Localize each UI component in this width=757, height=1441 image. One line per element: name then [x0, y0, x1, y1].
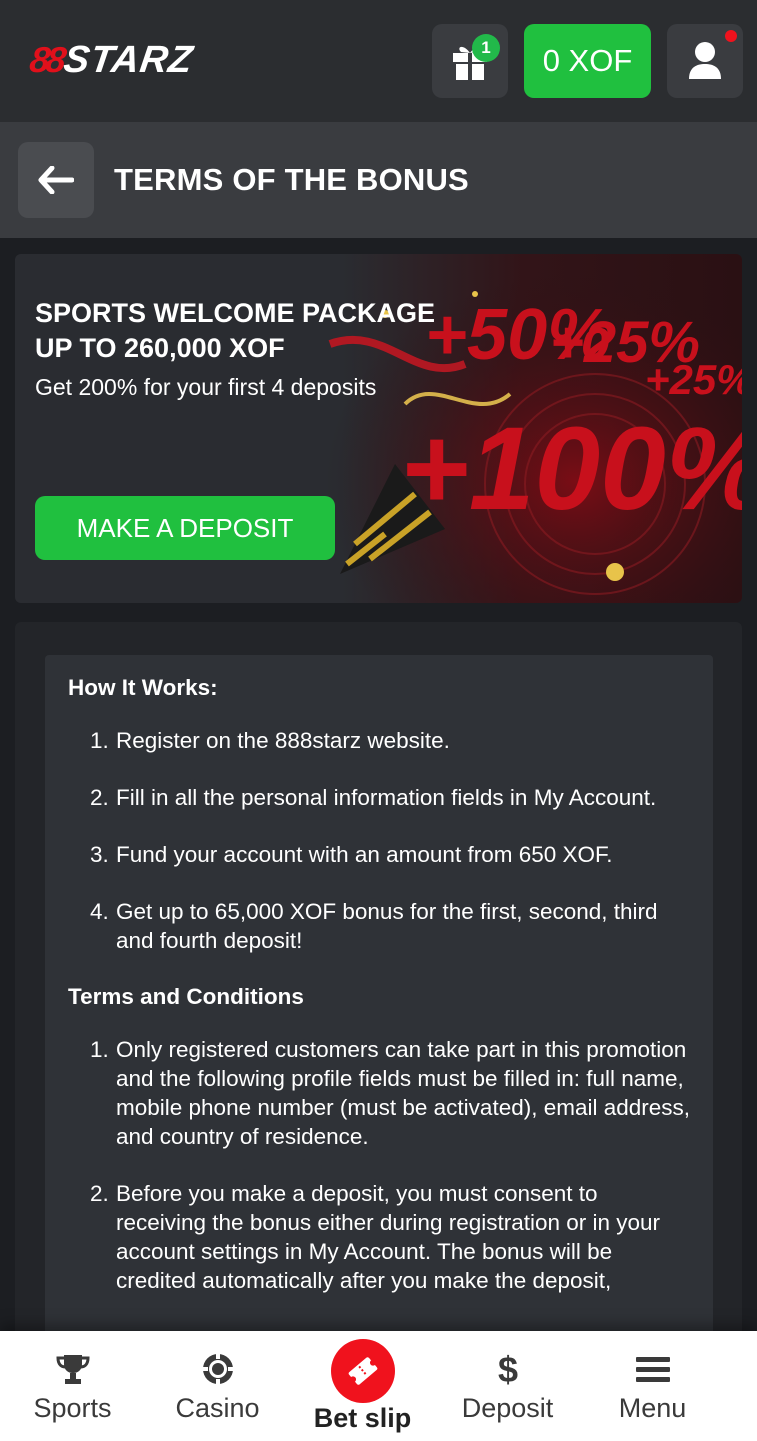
make-deposit-button[interactable]: MAKE A DEPOSIT: [35, 496, 335, 560]
list-item: 1. Only registered customers can take par…: [90, 1037, 691, 1149]
user-icon: [689, 42, 721, 79]
nav-deposit[interactable]: $ Deposit: [435, 1331, 580, 1441]
terms-conditions-list: 1. Only registered customers can take par…: [68, 1035, 691, 1295]
promo-banner: +50% +25% +100% +25% SPORTS WELCOME PACK…: [15, 254, 742, 603]
account-button[interactable]: [667, 24, 743, 98]
list-item: 1. Register on the 888starz website.: [90, 728, 450, 753]
logo-mark: 88: [27, 39, 65, 80]
nav-label: Casino: [175, 1393, 260, 1423]
banner-title: SPORTS WELCOME PACKAGE UP TO 260,000 XOF: [35, 298, 436, 363]
bet-slip-circle: [330, 1339, 395, 1403]
svg-text:$: $: [497, 1351, 517, 1387]
plus-100-text: +100%: [400, 403, 742, 535]
list-item: 2. Before you make a deposit, you must co…: [90, 1181, 661, 1293]
gift-badge: 1: [472, 34, 500, 62]
how-it-works-heading: How It Works:: [68, 675, 218, 700]
terms-container: How It Works: 1. Register on the 888starz…: [15, 622, 742, 1375]
page-title: TERMS OF THE BONUS: [114, 162, 469, 197]
dollar-icon: $: [497, 1351, 517, 1387]
plus-25b-text: +25%: [645, 356, 742, 403]
ticket-icon: [348, 1357, 377, 1385]
nav-menu[interactable]: Menu: [580, 1331, 725, 1441]
terms-conditions-heading: Terms and Conditions: [68, 984, 304, 1009]
terms-card: How It Works: 1. Register on the 888starz…: [45, 655, 713, 1375]
top-header: 88 STARZ 1 0 XOF: [0, 0, 757, 122]
notification-dot: [725, 30, 737, 42]
trophy-icon: [55, 1355, 90, 1384]
nav-label: Sports: [33, 1393, 112, 1423]
nav-label: Menu: [618, 1393, 687, 1423]
brand-logo[interactable]: 88 STARZ: [27, 38, 196, 81]
bottom-navigation: Sports Casino Bet slip $ Deposit Menu: [0, 1331, 757, 1441]
hamburger-icon: [635, 1357, 670, 1382]
arrow-left-icon: [38, 166, 74, 194]
list-item: 4. Get up to 65,000 XOF bonus for the fir…: [90, 899, 658, 953]
page-titlebar: TERMS OF THE BONUS: [0, 122, 757, 238]
balance-button[interactable]: 0 XOF: [524, 24, 651, 98]
casino-chip-icon: [202, 1354, 233, 1384]
banner-subtitle: Get 200% for your first 4 deposits: [35, 374, 377, 400]
nav-casino[interactable]: Casino: [145, 1331, 290, 1441]
back-button[interactable]: [18, 142, 94, 218]
nav-label: Bet slip: [313, 1403, 412, 1433]
logo-word: STARZ: [61, 38, 196, 81]
list-item: 2. Fill in all the personal information f…: [90, 785, 657, 810]
nav-label: Deposit: [461, 1393, 554, 1423]
nav-bet-slip[interactable]: Bet slip: [290, 1331, 435, 1441]
nav-sports[interactable]: Sports: [0, 1331, 145, 1441]
how-it-works-list: 1. Register on the 888starz website. 2. Fi…: [68, 726, 691, 955]
list-item: 3. Fund your account with an amount from …: [90, 842, 613, 867]
gift-button[interactable]: 1: [432, 24, 508, 98]
